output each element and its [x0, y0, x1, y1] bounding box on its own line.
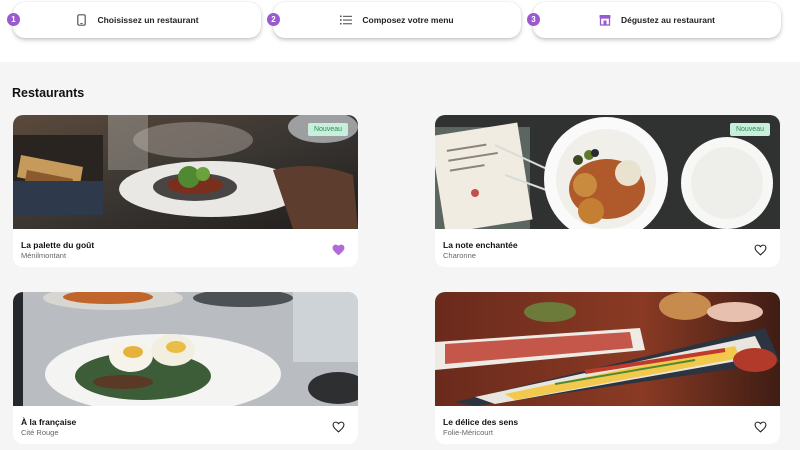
restaurant-area: Charonne — [443, 251, 476, 260]
favorite-button[interactable] — [331, 420, 345, 433]
restaurant-area: Ménilmontant — [21, 251, 67, 260]
new-badge: Nouveau — [307, 123, 348, 136]
heart-filled-icon — [332, 244, 344, 255]
restaurant-photo — [435, 115, 780, 229]
step-number-badge: 1 — [7, 13, 20, 26]
steps-header: 1 Choisissez un restaurant 2 Composez vo… — [0, 0, 800, 62]
restaurant-name: À la française — [21, 417, 77, 427]
step-label: Choisissez un restaurant — [97, 15, 199, 25]
heart-outline-icon — [754, 421, 766, 433]
restaurant-area: Folie-Méricourt — [443, 428, 494, 437]
section-title: Restaurants — [12, 86, 85, 100]
restaurant-photo — [435, 292, 780, 406]
smartphone-icon — [75, 14, 87, 26]
favorite-button[interactable] — [331, 243, 345, 256]
favorite-button[interactable] — [753, 420, 767, 433]
restaurant-card[interactable]: Le délice des sens Folie-Méricourt — [435, 292, 780, 444]
step-number-badge: 2 — [267, 13, 280, 26]
restaurant-photo — [13, 292, 358, 406]
restaurant-card[interactable]: Nouveau La note enchantée Charonne — [435, 115, 780, 267]
restaurant-card[interactable]: Nouveau La palette du goût Ménilmontant — [13, 115, 358, 267]
storefront-icon — [599, 14, 611, 26]
step-card-choose-restaurant[interactable]: Choisissez un restaurant — [13, 2, 261, 38]
step-number-badge: 3 — [527, 13, 540, 26]
restaurant-photo — [13, 115, 358, 229]
step-label: Composez votre menu — [362, 15, 454, 25]
favorite-button[interactable] — [753, 243, 767, 256]
heart-outline-icon — [754, 244, 766, 256]
step-card-compose-menu[interactable]: Composez votre menu — [273, 2, 521, 38]
step-label: Dégustez au restaurant — [621, 15, 715, 25]
restaurant-name: La palette du goût — [21, 240, 95, 250]
restaurant-name: La note enchantée — [443, 240, 518, 250]
heart-outline-icon — [332, 421, 344, 433]
restaurant-card[interactable]: À la française Cité Rouge — [13, 292, 358, 444]
list-icon — [340, 14, 353, 26]
new-badge: Nouveau — [729, 123, 770, 136]
step-card-enjoy-restaurant[interactable]: Dégustez au restaurant — [533, 2, 781, 38]
restaurant-name: Le délice des sens — [443, 417, 519, 427]
restaurant-area: Cité Rouge — [21, 428, 59, 437]
